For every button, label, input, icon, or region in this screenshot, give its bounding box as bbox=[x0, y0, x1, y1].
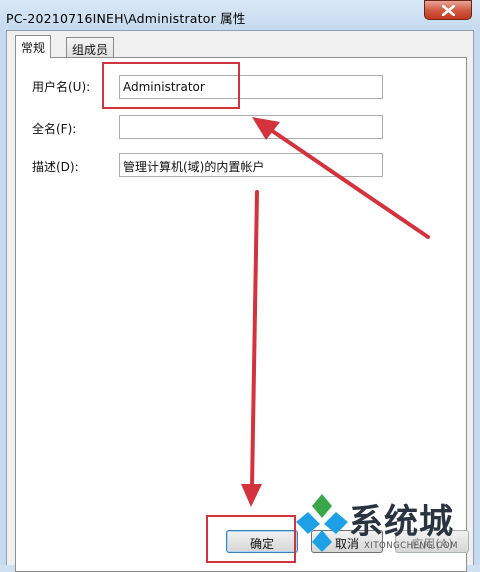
username-highlight-box bbox=[102, 62, 240, 109]
username-label: 用户名(U): bbox=[32, 80, 91, 94]
ok-highlight-box bbox=[206, 515, 296, 563]
watermark-icon bbox=[296, 494, 348, 552]
close-icon bbox=[442, 5, 455, 16]
properties-window: PC-20210716INEH\Administrator 属性 常规 组成员 … bbox=[0, 0, 480, 572]
tab-general-label: 常规 bbox=[21, 41, 46, 55]
watermark-subtext: XITONGCHENG.COM bbox=[364, 541, 458, 551]
window-title: PC-20210716INEH\Administrator 属性 bbox=[6, 11, 246, 26]
description-field[interactable]: 管理计算机(域)的内置帐户 bbox=[119, 153, 383, 177]
watermark-logo: 系统城 XITONGCHENG.COM bbox=[292, 488, 480, 565]
tab-member-of[interactable]: 组成员 bbox=[66, 37, 115, 57]
tab-general[interactable]: 常规 bbox=[15, 35, 52, 58]
description-label: 描述(D): bbox=[32, 160, 79, 174]
fullname-label: 全名(F): bbox=[32, 122, 77, 136]
title-bar[interactable]: PC-20210716INEH\Administrator 属性 bbox=[0, 0, 480, 30]
watermark-text: 系统城 bbox=[349, 502, 454, 542]
close-button[interactable] bbox=[424, 0, 472, 20]
dialog-client-area: 常规 组成员 用户名(U): Administrator 全名(F): 描述(D… bbox=[6, 30, 474, 572]
tab-member-of-label: 组成员 bbox=[72, 43, 109, 57]
fullname-field[interactable] bbox=[119, 115, 383, 139]
